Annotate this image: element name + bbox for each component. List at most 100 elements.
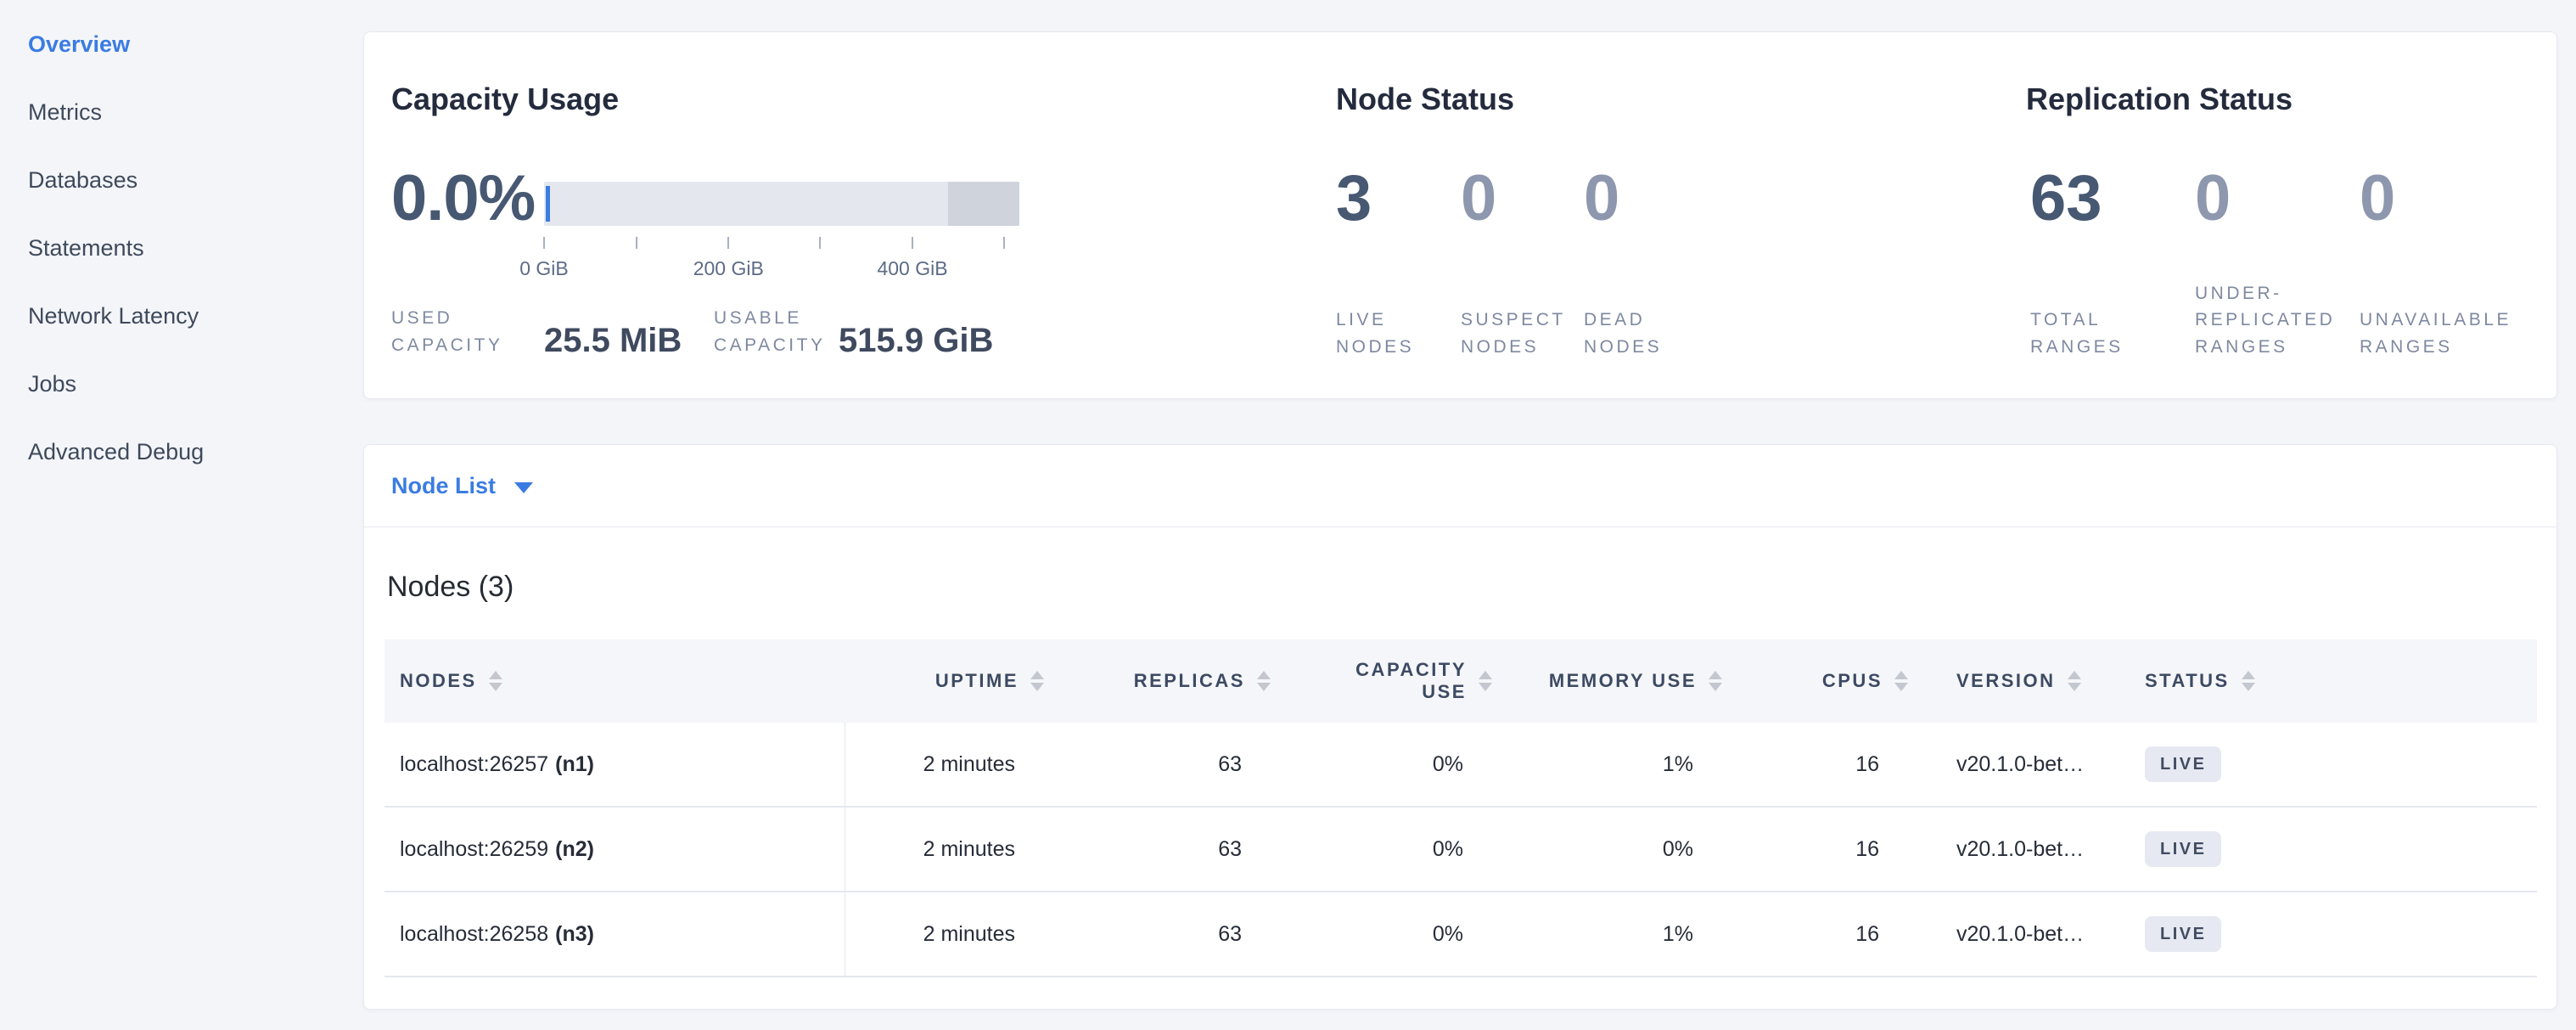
capacity-axis: 0 GiB 200 GiB 400 GiB [544, 237, 1019, 288]
sidebar-item-advanced-debug[interactable]: Advanced Debug [28, 418, 348, 486]
status-badge: LIVE [2145, 831, 2221, 867]
uptime-cell: 2 minutes [845, 892, 1044, 976]
column-header-capacity-use[interactable]: CAPACITY USE [1271, 639, 1492, 723]
nodes-table: NODES UPTIME REPLICAS CAPACITY USE MEMOR… [384, 639, 2537, 977]
table-row[interactable]: localhost:26258(n3) 2 minutes 63 0% 1% 1… [384, 892, 2537, 977]
capacity-use-cell: 0% [1271, 892, 1492, 976]
sort-icon [1709, 671, 1722, 691]
dead-nodes-value: 0 [1584, 161, 1619, 235]
total-ranges-stat: 63 TOTAL RANGES [2030, 32, 2192, 398]
under-replicated-ranges-value: 0 [2195, 161, 2231, 235]
status-cell: LIVE [2133, 808, 2537, 891]
column-header-cpus[interactable]: CPUS [1722, 639, 1908, 723]
axis-tick-label: 0 GiB [519, 257, 569, 280]
suspect-nodes-value: 0 [1461, 161, 1496, 235]
version-cell: v20.1.0-bet… [1908, 892, 2133, 976]
suspect-nodes-stat: 0 SUSPECT NODES [1461, 32, 1580, 398]
cluster-overview-card: Capacity Usage 0.0% 0 GiB 200 GiB 400 Gi… [363, 31, 2557, 399]
capacity-bar-reserved-segment [948, 182, 1019, 226]
sort-icon [1894, 671, 1908, 691]
cpus-cell: 16 [1722, 808, 1908, 891]
used-capacity-label: USED CAPACITY [391, 305, 527, 358]
axis-tick-label: 400 GiB [877, 257, 947, 280]
nodes-count-heading: Nodes (3) [387, 571, 514, 604]
axis-tick [819, 237, 821, 249]
dead-nodes-stat: 0 DEAD NODES [1584, 32, 1703, 398]
capacity-usage-title: Capacity Usage [391, 82, 619, 117]
under-replicated-ranges-stat: 0 UNDER-REPLICATED RANGES [2195, 32, 2356, 398]
unavailable-ranges-stat: 0 UNAVAILABLE RANGES [2360, 32, 2521, 398]
sidebar-item-jobs[interactable]: Jobs [28, 350, 348, 418]
sort-icon [1257, 671, 1271, 691]
unavailable-ranges-label: UNAVAILABLE RANGES [2360, 307, 2555, 360]
axis-tick [912, 237, 913, 249]
capacity-use-cell: 0% [1271, 808, 1492, 891]
axis-tick [543, 237, 545, 249]
capacity-bar-used-marker [546, 186, 550, 222]
replicas-cell: 63 [1044, 723, 1271, 806]
live-nodes-value: 3 [1336, 161, 1372, 235]
memory-use-cell: 1% [1492, 892, 1722, 976]
capacity-bar [544, 182, 1019, 226]
column-header-replicas[interactable]: REPLICAS [1044, 639, 1271, 723]
nodes-table-header: NODES UPTIME REPLICAS CAPACITY USE MEMOR… [384, 639, 2537, 723]
capacity-use-cell: 0% [1271, 723, 1492, 806]
dead-nodes-label: DEAD NODES [1584, 307, 1686, 360]
sort-icon [2242, 671, 2255, 691]
capacity-usage-panel: Capacity Usage 0.0% 0 GiB 200 GiB 400 Gi… [391, 32, 1325, 398]
table-row[interactable]: localhost:26257(n1) 2 minutes 63 0% 1% 1… [384, 723, 2537, 808]
status-badge: LIVE [2145, 746, 2221, 782]
cpus-cell: 16 [1722, 892, 1908, 976]
chevron-down-icon [514, 482, 533, 493]
node-list-view-dropdown[interactable]: Node List [364, 445, 2556, 527]
axis-tick [636, 237, 637, 249]
uptime-cell: 2 minutes [845, 723, 1044, 806]
live-nodes-stat: 3 LIVE NODES [1336, 32, 1455, 398]
replication-status-panel: Replication Status 63 TOTAL RANGES 0 UND… [2026, 32, 2552, 398]
axis-tick [1003, 237, 1005, 249]
sidebar-item-overview[interactable]: Overview [28, 10, 348, 78]
sort-icon [1479, 671, 1492, 691]
sidebar-item-statements[interactable]: Statements [28, 214, 348, 282]
suspect-nodes-label: SUSPECT NODES [1461, 307, 1571, 360]
column-header-memory-use[interactable]: MEMORY USE [1492, 639, 1722, 723]
replicas-cell: 63 [1044, 892, 1271, 976]
sort-icon [2068, 671, 2081, 691]
status-cell: LIVE [2133, 892, 2537, 976]
memory-use-cell: 0% [1492, 808, 1722, 891]
sort-icon [1030, 671, 1044, 691]
table-row[interactable]: localhost:26259(n2) 2 minutes 63 0% 0% 1… [384, 808, 2537, 892]
node-list-view-label: Node List [391, 473, 496, 499]
axis-tick [727, 237, 729, 249]
node-status-panel: Node Status 3 LIVE NODES 0 SUSPECT NODES… [1336, 32, 2015, 398]
column-header-version[interactable]: VERSION [1908, 639, 2133, 723]
version-cell: v20.1.0-bet… [1908, 723, 2133, 806]
total-ranges-value: 63 [2030, 161, 2102, 235]
used-capacity-value: 25.5 MiB [544, 322, 682, 360]
version-cell: v20.1.0-bet… [1908, 808, 2133, 891]
replicas-cell: 63 [1044, 808, 1271, 891]
cpus-cell: 16 [1722, 723, 1908, 806]
usable-capacity-value: 515.9 GiB [839, 322, 993, 360]
sidebar-item-metrics[interactable]: Metrics [28, 78, 348, 146]
node-address-link[interactable]: localhost:26258(n3) [384, 892, 845, 976]
unavailable-ranges-value: 0 [2360, 161, 2395, 235]
axis-tick-label: 200 GiB [693, 257, 764, 280]
memory-use-cell: 1% [1492, 723, 1722, 806]
column-header-uptime[interactable]: UPTIME [845, 639, 1044, 723]
status-badge: LIVE [2145, 916, 2221, 952]
capacity-used-percent: 0.0% [391, 161, 535, 235]
node-address-link[interactable]: localhost:26259(n2) [384, 808, 845, 891]
sidebar-item-databases[interactable]: Databases [28, 146, 348, 214]
column-header-nodes[interactable]: NODES [384, 639, 845, 723]
total-ranges-label: TOTAL RANGES [2030, 307, 2158, 360]
sidebar: Overview Metrics Databases Statements Ne… [0, 0, 348, 1030]
uptime-cell: 2 minutes [845, 808, 1044, 891]
column-header-status[interactable]: STATUS [2133, 639, 2537, 723]
node-list-card: Node List Nodes (3) NODES UPTIME REPLICA… [363, 444, 2557, 1010]
live-nodes-label: LIVE NODES [1336, 307, 1438, 360]
sidebar-item-network-latency[interactable]: Network Latency [28, 282, 348, 350]
node-address-link[interactable]: localhost:26257(n1) [384, 723, 845, 806]
status-cell: LIVE [2133, 723, 2537, 806]
sort-icon [489, 671, 502, 691]
